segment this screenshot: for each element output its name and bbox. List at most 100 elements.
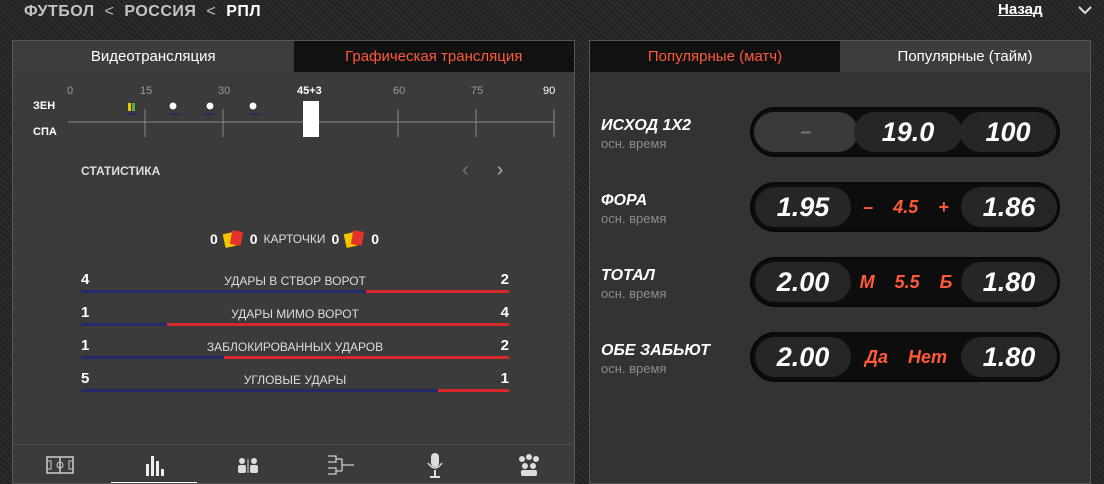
total-selector[interactable]: М 5.5 Б [851, 262, 961, 302]
tab-graphic[interactable]: Графическая трансляция [293, 41, 574, 72]
odds-option-yes[interactable]: 2.00 [755, 337, 851, 377]
no-label: Нет [908, 346, 948, 367]
away-cards-count: 0 [331, 231, 340, 247]
fans-icon [519, 454, 540, 476]
stat-bar-away [223, 356, 509, 359]
market-row: ОБЕ ЗАБЬЮТ осн. время 2.00 Да Нет 1.80 [590, 332, 1090, 396]
stats-pager: ‹ › [448, 159, 517, 182]
breadcrumb: ФУТБОЛ < РОССИЯ < РПЛ [24, 0, 261, 24]
card-event-icon [127, 103, 137, 115]
goal-ball-icon [248, 101, 258, 115]
stat-bar-away [166, 323, 509, 326]
stat-label: УДАРЫ В СТВОР ВОРОТ [224, 274, 366, 288]
odds-panel: Популярные (матч) Популярные (тайм) ИСХО… [589, 40, 1091, 484]
odds-option-1: – [754, 112, 858, 152]
nav-lineups[interactable] [201, 445, 295, 483]
chevron-left-icon[interactable]: ‹ [462, 159, 469, 181]
away-red-count: 0 [371, 231, 380, 247]
odds-pill: 2.00 Да Нет 1.80 [750, 332, 1060, 382]
tick-label: 15 [140, 85, 152, 97]
nav-field[interactable] [13, 445, 107, 483]
stats-icon [145, 456, 164, 476]
stat-bar-away [437, 389, 509, 392]
stat-bar [81, 356, 509, 359]
breadcrumb-russia[interactable]: РОССИЯ [124, 3, 196, 21]
match-tracker-panel: Видеотрансляция Графическая трансляция З… [12, 40, 575, 484]
tick-label: 45+3 [297, 85, 322, 97]
field-icon [46, 456, 74, 474]
stat-away-value: 4 [500, 304, 509, 321]
microphone-icon [427, 453, 443, 478]
breadcrumb-separator: < [104, 3, 115, 20]
odds-option-2[interactable]: 100 [960, 112, 1056, 152]
handicap-value: 4.5 [893, 196, 919, 217]
stat-bar-home [81, 323, 167, 326]
timeline-ticks: 0 15 30 45+3 60 75 90 [67, 85, 555, 97]
plus-button[interactable]: + [938, 197, 949, 218]
market-subtitle: осн. время [601, 211, 667, 226]
btts-labels: Да Нет [851, 337, 961, 377]
market-row: ИСХОД 1X2 осн. время – 19.0 100 [590, 107, 1090, 171]
stat-label: УГЛОВЫЕ УДАРЫ [243, 373, 347, 387]
team-away-label: СПА [33, 126, 57, 138]
stat-bar [81, 323, 509, 326]
breadcrumb-football[interactable]: ФУТБОЛ [24, 3, 95, 21]
goal-ball-icon [168, 101, 178, 115]
breadcrumb-separator: < [206, 3, 217, 20]
tab-popular-half[interactable]: Популярные (тайм) [840, 41, 1090, 72]
home-cards-count: 0 [209, 231, 218, 247]
stat-row: 4 УДАРЫ В СТВОР ВОРОТ 2 [81, 271, 509, 299]
nav-stats[interactable] [107, 445, 201, 483]
cards-icon [222, 230, 244, 248]
nav-bracket[interactable] [294, 445, 388, 483]
chevron-right-icon[interactable]: › [497, 159, 504, 181]
cards-summary: 0 0 КАРТОЧКИ 0 0 [13, 230, 574, 248]
handicap-selector[interactable]: –4.5 + [851, 187, 961, 227]
market-title: ФОРА [601, 192, 648, 209]
stat-bar [81, 290, 509, 293]
stat-away-value: 2 [500, 337, 509, 354]
tick-label: 75 [471, 85, 483, 97]
stat-row: 5 УГЛОВЫЕ УДАРЫ 1 [81, 370, 509, 398]
goal-ball-icon [205, 101, 215, 115]
nav-commentary[interactable] [388, 445, 482, 483]
market-title: ТОТАЛ [601, 267, 655, 284]
stat-row: 1 УДАРЫ МИМО ВОРОТ 4 [81, 304, 509, 332]
yes-label: Да [864, 346, 888, 367]
right-tabs: Популярные (матч) Популярные (тайм) [590, 41, 1090, 72]
stat-label: УДАРЫ МИМО ВОРОТ [231, 307, 359, 321]
tab-popular-match[interactable]: Популярные (матч) [590, 41, 840, 72]
under-label: М [859, 271, 875, 292]
stat-bar-away [366, 290, 509, 293]
odds-option-away[interactable]: 1.86 [961, 187, 1057, 227]
stat-bar-home [81, 356, 224, 359]
odds-option-x[interactable]: 19.0 [854, 112, 962, 152]
stat-bar [81, 389, 509, 392]
over-label: Б [939, 271, 953, 292]
stats-title: СТАТИСТИКА [81, 164, 161, 178]
tick-label: 0 [67, 85, 73, 97]
stat-row: 1 ЗАБЛОКИРОВАННЫХ УДАРОВ 2 [81, 337, 509, 365]
nav-fans[interactable] [482, 445, 574, 483]
odds-pill: 2.00 М 5.5 Б 1.80 [750, 257, 1060, 307]
players-icon [237, 458, 258, 473]
chevron-down-icon[interactable] [1074, 2, 1096, 18]
odds-option-under[interactable]: 2.00 [755, 262, 851, 302]
home-red-count: 0 [249, 231, 258, 247]
back-link[interactable]: Назад [998, 1, 1042, 18]
minus-button[interactable]: – [863, 197, 873, 218]
market-subtitle: осн. время [601, 286, 667, 301]
tracker-bottom-nav [13, 444, 574, 483]
market-row: ТОТАЛ осн. время 2.00 М 5.5 Б 1.80 [590, 257, 1090, 321]
odds-option-home[interactable]: 1.95 [755, 187, 851, 227]
odds-option-no[interactable]: 1.80 [961, 337, 1057, 377]
cards-label: КАРТОЧКИ [263, 232, 326, 246]
market-title: ИСХОД 1X2 [601, 117, 692, 134]
odds-option-over[interactable]: 1.80 [961, 262, 1057, 302]
tick-label: 30 [218, 85, 230, 97]
market-row: ФОРА осн. время 1.95 –4.5 + 1.86 [590, 182, 1090, 246]
stat-bar-home [81, 389, 438, 392]
odds-pill: – 19.0 100 [750, 107, 1060, 157]
tab-video[interactable]: Видеотрансляция [13, 41, 294, 72]
match-timeline: ЗЕН СПА 0 15 30 45+3 60 75 90 [13, 79, 574, 153]
